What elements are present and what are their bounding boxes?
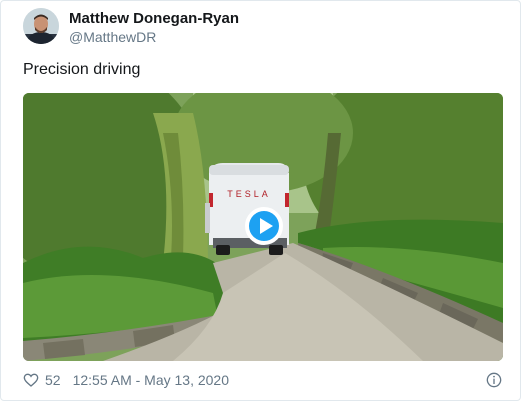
author-name[interactable]: Matthew Donegan-Ryan [69,10,239,27]
avatar[interactable] [23,8,59,44]
video-player[interactable]: TESLA [23,93,503,361]
play-button[interactable] [245,207,283,245]
info-icon[interactable] [486,372,502,388]
tweet-footer: 52 12:55 AM - May 13, 2020 [23,372,229,388]
avatar-portrait [23,8,59,44]
heart-icon[interactable] [23,372,39,388]
tweet-text: Precision driving [23,61,141,78]
van-logo: TESLA [227,189,271,199]
author-handle[interactable]: @MatthewDR [69,29,156,45]
embedded-tweet: Matthew Donegan-Ryan @MatthewDR Precisio… [0,0,521,401]
like-count[interactable]: 52 [45,372,61,388]
tweet-timestamp[interactable]: 12:55 AM - May 13, 2020 [73,372,229,388]
play-icon [260,218,273,234]
